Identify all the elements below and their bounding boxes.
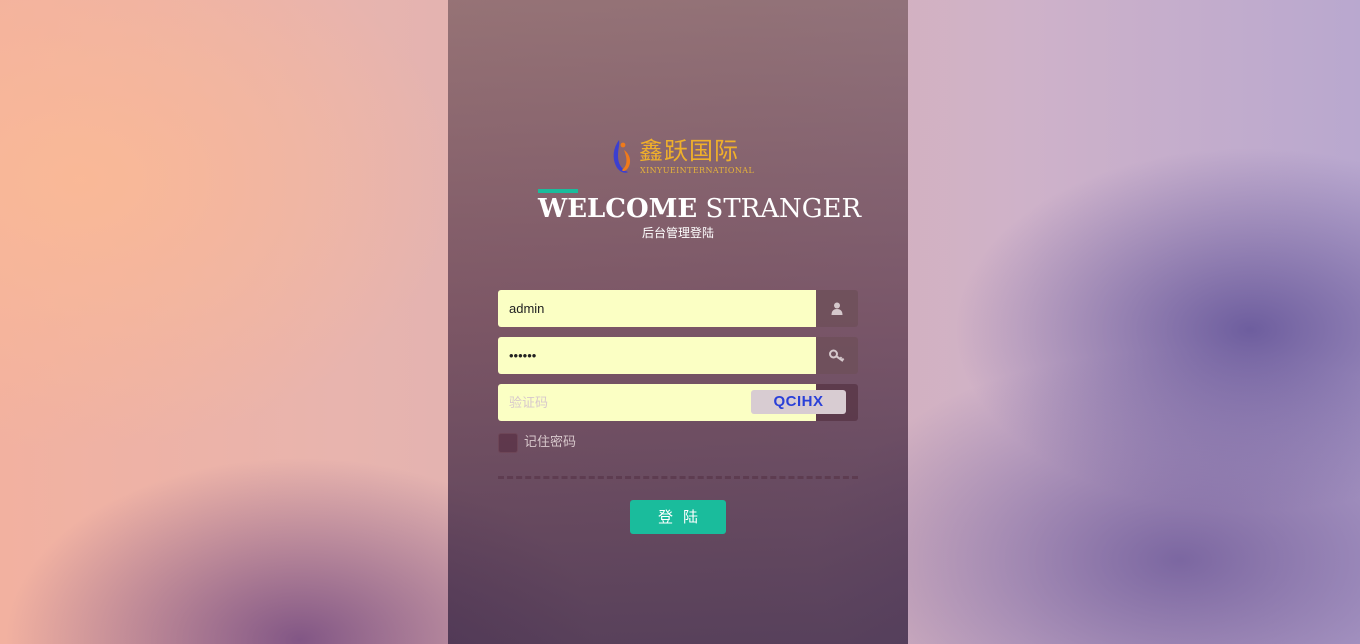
remember-label: 记住密码	[524, 434, 577, 450]
brand-name-cn: 鑫跃国际	[639, 137, 739, 165]
welcome-title-bold: WELCOME	[538, 194, 698, 224]
welcome-title-light: STRANGER	[705, 194, 862, 224]
username-input[interactable]	[498, 290, 816, 327]
user-icon	[831, 302, 843, 315]
person-swoosh-icon	[613, 140, 631, 173]
welcome-title: WELCOME STRANGER	[538, 193, 861, 225]
username-field-group	[498, 290, 858, 327]
page-subtitle: 后台管理登陆	[641, 226, 714, 240]
password-field-group	[498, 337, 858, 374]
login-button[interactable]: 登陆	[630, 500, 726, 534]
captcha-field-group: QCIHX	[498, 384, 858, 421]
remember-password[interactable]: 记住密码	[498, 432, 576, 453]
password-addon	[816, 337, 858, 374]
brand-name-en: XINYUEINTERNATIONAL	[640, 166, 755, 175]
password-input[interactable]	[498, 337, 816, 374]
brand-logo: 鑫跃国际 XINYUEINTERNATIONAL	[610, 136, 754, 178]
key-icon	[829, 349, 845, 362]
divider	[498, 476, 858, 479]
username-addon	[816, 290, 858, 327]
remember-checkbox[interactable]	[498, 432, 518, 453]
captcha-image[interactable]: QCIHX	[751, 390, 846, 414]
